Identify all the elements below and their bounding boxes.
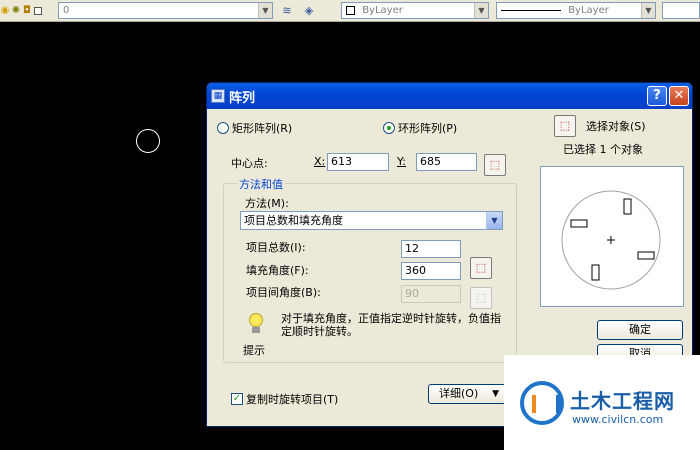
color-value: ByLayer	[362, 5, 403, 16]
color-combo[interactable]: ByLayer ▼	[341, 2, 489, 19]
top-toolbar: ◉ ✺ ◘ 0 ▼ ≋ ◈ ByLayer ▼ ByLayer ▼	[0, 0, 700, 22]
ok-button[interactable]: 确定	[597, 320, 683, 340]
method-label: 方法(M):	[245, 197, 289, 210]
chevron-down-icon[interactable]: ▼	[474, 3, 488, 18]
tip-label: 提示	[243, 344, 265, 357]
layer-manager-icon[interactable]: ≋	[278, 2, 296, 19]
layer-value: 0	[63, 5, 70, 16]
select-objects-button[interactable]: ⬚	[554, 115, 576, 137]
layer-combo[interactable]: 0 ▼	[58, 2, 273, 19]
polar-array-radio[interactable]: 环形阵列(P)	[383, 120, 457, 136]
preview-drawing	[561, 190, 661, 290]
radio-off-icon	[217, 122, 229, 134]
help-button[interactable]: ?	[647, 86, 667, 106]
layer-state-icons: ◉ ✺ ◘	[0, 5, 42, 17]
x-label: X:	[314, 155, 326, 168]
dialog-titlebar[interactable]: ▦ 阵列 ? ✕	[207, 83, 692, 109]
lightbulb-icon	[247, 313, 265, 335]
total-items-label: 项目总数(I):	[246, 241, 306, 254]
array-icon: ▦	[211, 89, 225, 103]
rect-array-label: 矩形阵列(R)	[232, 122, 293, 135]
rotate-items-label: 复制时旋转项目(T)	[246, 393, 339, 406]
fill-angle-input[interactable]: 360	[401, 262, 461, 280]
watermark-url: www.civilcn.com	[572, 413, 664, 426]
lock-icon[interactable]: ◘	[22, 5, 32, 17]
pick-fill-angle-button[interactable]: ⬚	[470, 257, 492, 279]
chevron-down-icon[interactable]: ▼	[486, 212, 502, 229]
site-watermark: 土木工程网 www.civilcn.com	[504, 355, 700, 450]
method-value: 项目总数和填充角度	[244, 214, 343, 227]
checkmark-icon: ✓	[231, 393, 243, 405]
y-label: Y:	[397, 155, 406, 168]
method-select[interactable]: 项目总数和填充角度 ▼	[240, 211, 503, 230]
pick-item-angle-button[interactable]: ⬚	[470, 287, 492, 309]
chevron-down-icon[interactable]: ▼	[641, 3, 655, 18]
rect-array-radio[interactable]: 矩形阵列(R)	[217, 120, 292, 136]
item-angle-label: 项目间角度(B):	[246, 286, 321, 299]
chevron-down-icon[interactable]: ▼	[258, 3, 272, 18]
fill-angle-label: 填充角度(F):	[246, 264, 309, 277]
center-point-label: 中心点:	[231, 157, 268, 170]
selected-count-label: 已选择 1 个对象	[563, 143, 643, 156]
total-items-input[interactable]: 12	[401, 240, 461, 258]
dialog-title: 阵列	[229, 90, 256, 106]
sun-icon[interactable]: ✺	[11, 5, 21, 17]
item-angle-input[interactable]: 90	[401, 285, 461, 303]
array-preview	[540, 166, 684, 307]
pick-center-button[interactable]: ⬚	[484, 154, 506, 176]
tip-text: 对于填充角度，正值指定逆时针旋转，负值指定顺时针旋转。	[281, 312, 501, 338]
bulb-icon[interactable]: ◉	[0, 5, 10, 17]
double-chevron-down-icon: ▼	[492, 389, 499, 399]
layer-previous-icon[interactable]: ◈	[300, 2, 318, 19]
details-button[interactable]: 详细(O) ▼	[428, 384, 506, 404]
linetype-sample	[501, 9, 561, 11]
close-button[interactable]: ✕	[669, 86, 689, 106]
rotate-items-checkbox[interactable]: ✓ 复制时旋转项目(T)	[231, 391, 338, 407]
color-swatch-icon[interactable]	[34, 6, 42, 15]
color-swatch-icon	[346, 5, 355, 15]
radio-on-icon	[383, 122, 395, 134]
method-group-label: 方法和值	[237, 176, 285, 192]
select-objects-label: 选择对象(S)	[586, 120, 646, 133]
linetype-combo[interactable]: ByLayer ▼	[496, 2, 656, 19]
details-label: 详细(O)	[439, 387, 479, 400]
linetype-value: ByLayer	[568, 5, 609, 16]
civilcn-logo-icon	[520, 381, 564, 425]
lineweight-combo[interactable]	[662, 2, 700, 19]
drawn-circle[interactable]	[136, 129, 160, 153]
watermark-title: 土木工程网	[570, 389, 675, 413]
center-y-input[interactable]: 685	[416, 153, 477, 171]
center-x-input[interactable]: 613	[327, 153, 389, 171]
polar-array-label: 环形阵列(P)	[398, 122, 458, 135]
